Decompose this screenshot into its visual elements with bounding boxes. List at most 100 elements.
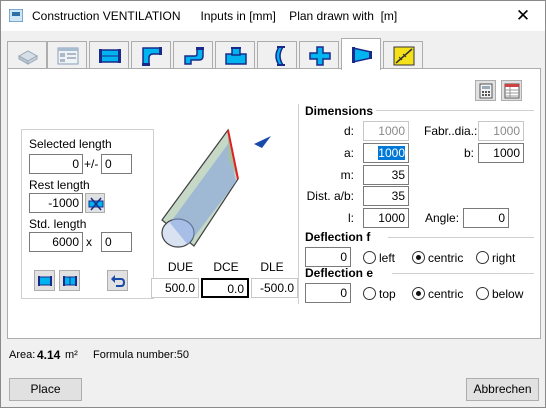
dimensions-heading: Dimensions [305, 104, 377, 118]
deflection-f-right-radio[interactable]: right [476, 251, 515, 265]
deflection-f-separator [388, 237, 534, 238]
l-label: l: [348, 211, 354, 225]
formula-number: Formula number:50 [93, 349, 189, 361]
rest-length-button[interactable] [85, 193, 105, 213]
dle-field: -500.0 [251, 278, 298, 298]
deflection-e-field[interactable]: 0 [305, 283, 351, 303]
radio-circle [363, 251, 376, 264]
angle-field[interactable]: 0 [463, 208, 509, 228]
offset-duct-icon [184, 47, 204, 65]
tab-panel: Selected length 0 +/- 0 Rest length -100… [7, 68, 541, 339]
form-list-icon [57, 47, 79, 65]
plusminus-label: +/- [84, 157, 99, 171]
dce-label: DCE [213, 260, 239, 274]
std-length-field[interactable]: 6000 [29, 232, 83, 252]
a-field[interactable]: 1000 [363, 143, 409, 163]
tab-branch-duct[interactable] [215, 41, 255, 69]
rest-length-label: Rest length [29, 178, 90, 192]
deflection-f-left-radio[interactable]: left [363, 251, 395, 265]
fabr-dia-label: Fabr..dia.: [424, 124, 478, 138]
flat-box-icon [17, 50, 39, 65]
duct-left-button[interactable] [34, 270, 55, 291]
radio-circle [476, 287, 489, 300]
tab-flat-box[interactable] [7, 41, 47, 69]
calculator-icon [479, 83, 493, 99]
dce-field[interactable]: 0.0 [201, 278, 249, 298]
radio-label: top [379, 287, 396, 301]
radio-circle [476, 251, 489, 264]
undo-icon [111, 275, 126, 287]
app-icon [9, 9, 23, 22]
dle-label: DLE [260, 260, 284, 274]
curved-duct-icon [275, 46, 285, 66]
d-label: d: [343, 124, 354, 138]
radio-label: right [492, 251, 516, 265]
deflection-e-top-radio[interactable]: top [363, 287, 396, 301]
selected-length-label: Selected length [29, 137, 112, 151]
times-label: x [86, 235, 92, 249]
vertical-separator [298, 104, 299, 304]
table-icon [504, 83, 520, 99]
radio-label: below [492, 287, 524, 301]
m-field[interactable]: 35 [363, 165, 409, 185]
reducer-preview [161, 128, 271, 248]
tab-form-list[interactable] [47, 41, 87, 69]
table-button[interactable] [501, 80, 522, 101]
fabr-dia-field[interactable]: 1000 [478, 121, 524, 141]
due-field: 500.0 [151, 278, 199, 298]
plusminus-field[interactable]: 0 [101, 154, 132, 174]
dialog-window: Construction VENTILATION Inputs in [mm] … [0, 0, 546, 408]
selected-length-field[interactable]: 0 [29, 154, 83, 174]
straight-duct-icon [99, 49, 121, 63]
deflection-f-heading: Deflection f [305, 230, 371, 244]
dist-ab-label: Dist. a/b: [306, 189, 354, 203]
angle-label: Angle: [425, 211, 460, 225]
a-field-value: 1000 [378, 146, 405, 160]
tab-reducer-duct[interactable] [341, 38, 381, 70]
deflection-e-separator [392, 273, 534, 274]
tab-ruler[interactable] [383, 41, 423, 69]
area-value: 4.14 [37, 348, 61, 362]
radio-circle-selected [412, 251, 425, 264]
deflection-e-heading: Deflection e [305, 266, 374, 280]
area-label: Area: [9, 349, 36, 361]
deflection-f-centric-radio[interactable]: centric [412, 251, 463, 265]
duct-right-button[interactable] [59, 270, 80, 291]
branch-duct-icon [225, 47, 247, 65]
cancel-button[interactable]: Abbrechen [466, 378, 539, 401]
undo-button[interactable] [107, 270, 128, 291]
radio-label: centric [428, 287, 464, 301]
std-length-label: Std. length [29, 217, 87, 231]
calculator-button[interactable] [475, 80, 496, 101]
m-label: m: [340, 168, 354, 182]
dist-ab-field[interactable]: 35 [363, 186, 409, 206]
l-field[interactable]: 1000 [363, 208, 409, 228]
deflection-e-centric-radio[interactable]: centric [412, 287, 463, 301]
close-icon[interactable]: ✕ [501, 1, 545, 31]
d-field[interactable]: 1000 [363, 121, 409, 141]
tab-bend-duct[interactable] [131, 41, 171, 69]
tab-offset-duct[interactable] [173, 41, 213, 69]
duct-pair-icon [63, 276, 77, 286]
area-unit: m² [65, 349, 78, 361]
a-label: a: [343, 146, 354, 160]
tab-strip [7, 38, 541, 70]
rest-length-field[interactable]: -1000 [29, 193, 83, 213]
tab-curved-duct[interactable] [257, 41, 297, 69]
b-label: b: [463, 146, 474, 160]
reducer-duct-icon [352, 47, 372, 63]
tab-cross-duct[interactable] [299, 41, 339, 69]
radio-circle-selected [412, 287, 425, 300]
radio-label: centric [428, 251, 464, 265]
place-button[interactable]: Place [9, 378, 82, 401]
duct-end-icon [38, 276, 52, 286]
duct-cut-icon [88, 197, 104, 211]
tab-straight-duct[interactable] [89, 41, 129, 69]
b-field[interactable]: 1000 [478, 143, 524, 163]
radio-label: left [379, 251, 396, 265]
due-label: DUE [167, 260, 194, 274]
deflection-e-below-radio[interactable]: below [476, 287, 523, 301]
window-title: Construction VENTILATION Inputs in [mm] … [32, 9, 398, 23]
deflection-f-field[interactable]: 0 [305, 247, 351, 267]
count-field[interactable]: 0 [101, 232, 132, 252]
